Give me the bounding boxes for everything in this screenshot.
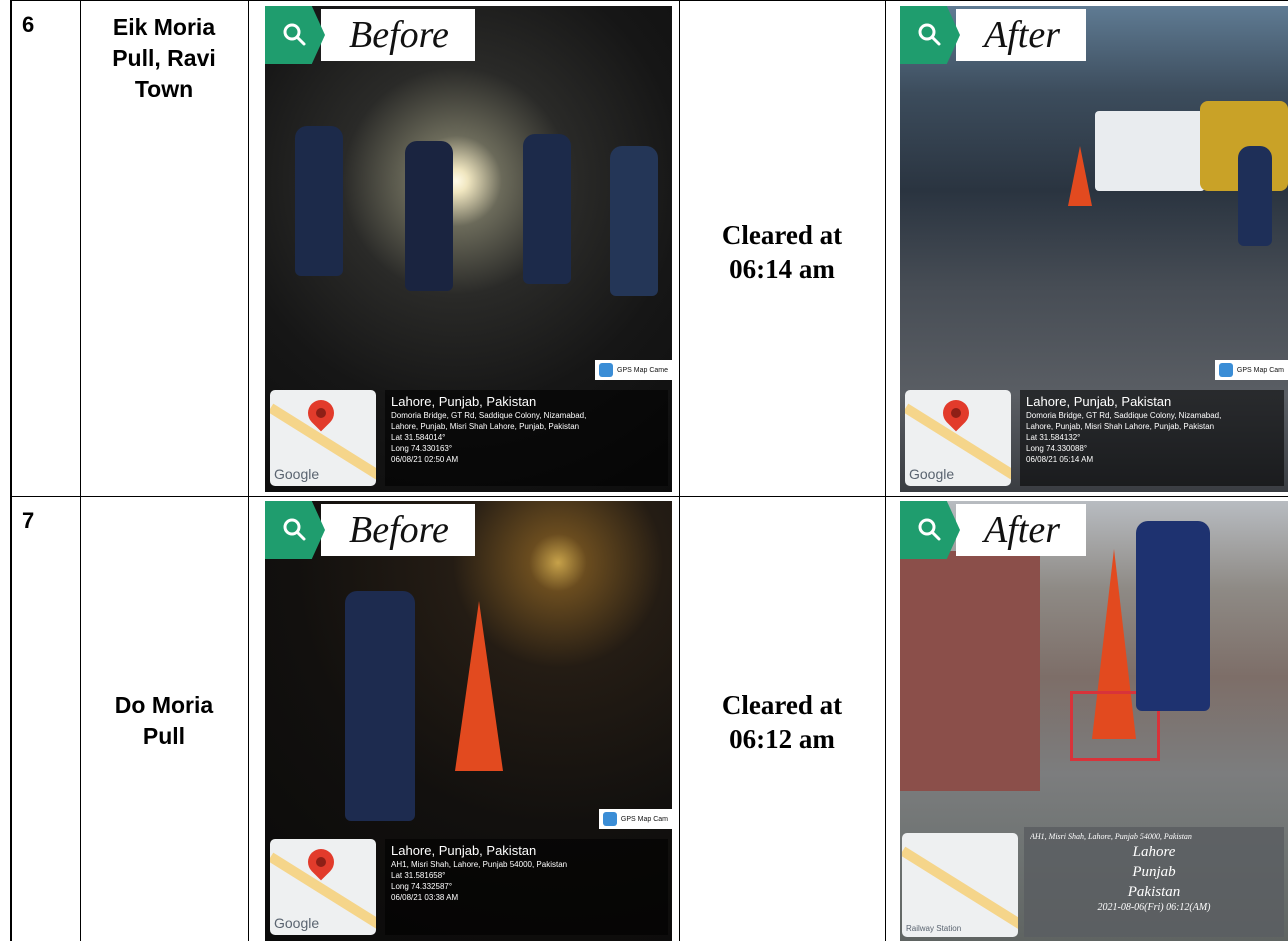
- handwritten-line: Lahore: [1132, 844, 1176, 860]
- gps-map-camera-tag: GPS Map Came: [595, 360, 672, 380]
- location-details: AH1, Misri Shah, Lahore, Punjab 54000, P…: [1024, 827, 1284, 937]
- search-icon: [900, 6, 960, 64]
- worker-figure: [1238, 146, 1272, 246]
- truck: [1095, 111, 1205, 191]
- location-line: Pull: [142, 723, 186, 749]
- map-label: Google: [909, 466, 955, 482]
- search-icon: [900, 501, 960, 559]
- status-cell: Cleared at 06:14 am: [681, 218, 883, 286]
- row-number: 7: [22, 508, 35, 533]
- before-photo: Before GPS Map Cam Google Lahore, Punjab…: [265, 501, 672, 941]
- camera-icon: [602, 812, 617, 826]
- brick-wall: [900, 551, 1040, 791]
- worker-figure: [295, 126, 343, 276]
- badge-label: Before: [321, 504, 475, 556]
- location-line: Do Moria: [114, 692, 214, 718]
- camera-icon: [1218, 363, 1233, 377]
- address-line: Domoria Bridge, GT Rd, Saddique Colony, …: [1026, 411, 1222, 420]
- longitude: Long 74.332587°: [391, 882, 453, 891]
- gps-info-overlay: Railway Station AH1, Misri Shah, Lahore,…: [900, 823, 1288, 941]
- worker-figure: [610, 146, 658, 296]
- traffic-cone: [1068, 146, 1092, 206]
- gps-map-camera-tag: GPS Map Cam: [1214, 360, 1288, 380]
- worker-figure: [523, 134, 571, 284]
- longitude: Long 74.330163°: [391, 444, 453, 453]
- handwritten-line: Pakistan: [1127, 884, 1181, 900]
- map-thumbnail: Google: [270, 390, 376, 486]
- before-badge: Before: [265, 501, 475, 559]
- after-badge: After: [900, 501, 1086, 559]
- after-badge: After: [900, 6, 1086, 64]
- after-photo: After Railway Station AH1, Misri Shah, L…: [900, 501, 1288, 941]
- map-thumbnail: Google: [905, 390, 1011, 486]
- after-photo: After GPS Map Cam Google Lahore, Punjab,…: [900, 6, 1288, 492]
- city: Lahore, Punjab, Pakistan: [391, 843, 537, 858]
- status-line: 06:12 am: [729, 724, 835, 754]
- worker-figure: [1136, 521, 1210, 711]
- city: Lahore, Punjab, Pakistan: [1026, 394, 1172, 409]
- worker-figure: [405, 141, 453, 291]
- latitude: Lat 31.584132°: [1026, 433, 1081, 442]
- city: Lahore, Punjab, Pakistan: [391, 394, 537, 409]
- col-divider-2: [248, 0, 249, 941]
- status-line: Cleared at: [721, 690, 843, 720]
- search-icon: [265, 6, 325, 64]
- row-number: 6: [22, 12, 35, 37]
- before-badge: Before: [265, 6, 475, 64]
- location-cell: Eik Moria Pull, Ravi Town: [82, 12, 246, 105]
- address-line: AH1, Misri Shah, Lahore, Punjab 54000, P…: [391, 860, 568, 869]
- handwritten-line: Punjab: [1132, 864, 1176, 880]
- timestamp: 06/08/21 02:50 AM: [391, 455, 459, 464]
- timestamp: 06/08/21 03:38 AM: [391, 893, 459, 902]
- address-line: Lahore, Punjab, Misri Shah Lahore, Punja…: [391, 422, 580, 431]
- status-line: 06:14 am: [729, 254, 835, 284]
- map-thumbnail: Google: [270, 839, 376, 935]
- latitude: Lat 31.581658°: [391, 871, 446, 880]
- badge-label: After: [956, 504, 1086, 556]
- longitude: Long 74.330088°: [1026, 444, 1088, 453]
- location-line: Town: [134, 76, 194, 102]
- table-border-top: [10, 0, 1288, 1]
- location-line: Eik Moria: [112, 14, 216, 40]
- row-divider: [10, 496, 1288, 497]
- report-table: 6 Eik Moria Pull, Ravi Town Cleared at 0…: [0, 0, 1288, 941]
- address-line: Domoria Bridge, GT Rd, Saddique Colony, …: [391, 411, 587, 420]
- map-label: Railway Station: [906, 924, 962, 933]
- address-line: AH1, Misri Shah, Lahore, Punjab 54000, P…: [1030, 832, 1192, 841]
- col-divider-1: [80, 0, 81, 941]
- map-label: Google: [274, 915, 320, 931]
- status-line: Cleared at: [721, 220, 843, 250]
- status-cell: Cleared at 06:12 am: [681, 688, 883, 756]
- gps-info-overlay: Google Lahore, Punjab, Pakistan Domoria …: [265, 384, 672, 492]
- col-divider-4: [885, 0, 886, 941]
- location-details: Lahore, Punjab, Pakistan AH1, Misri Shah…: [385, 839, 668, 935]
- gps-map-camera-tag: GPS Map Cam: [598, 809, 672, 829]
- gps-info-overlay: Google Lahore, Punjab, Pakistan Domoria …: [900, 384, 1288, 492]
- timestamp: 06/08/21 05:14 AM: [1026, 455, 1094, 464]
- table-border-left: [10, 0, 12, 941]
- search-icon: [265, 501, 325, 559]
- address-line: Lahore, Punjab, Misri Shah Lahore, Punja…: [1026, 422, 1215, 431]
- col-divider-3: [679, 0, 680, 941]
- worker-figure: [345, 591, 415, 821]
- badge-label: Before: [321, 9, 475, 61]
- before-photo: Before GPS Map Came Google Lahore, Punja…: [265, 6, 672, 492]
- map-thumbnail: Railway Station: [902, 833, 1018, 937]
- traffic-cone: [455, 601, 503, 771]
- latitude: Lat 31.584014°: [391, 433, 446, 442]
- gps-info-overlay: Google Lahore, Punjab, Pakistan AH1, Mis…: [265, 833, 672, 941]
- location-cell: Do Moria Pull: [82, 690, 246, 752]
- badge-label: After: [956, 9, 1086, 61]
- location-line: Pull, Ravi: [112, 45, 216, 71]
- location-details: Lahore, Punjab, Pakistan Domoria Bridge,…: [385, 390, 668, 486]
- timestamp: 2021-08-06(Fri) 06:12(AM): [1097, 902, 1211, 913]
- camera-icon: [599, 363, 614, 377]
- map-label: Google: [274, 466, 320, 482]
- location-details: Lahore, Punjab, Pakistan Domoria Bridge,…: [1020, 390, 1284, 486]
